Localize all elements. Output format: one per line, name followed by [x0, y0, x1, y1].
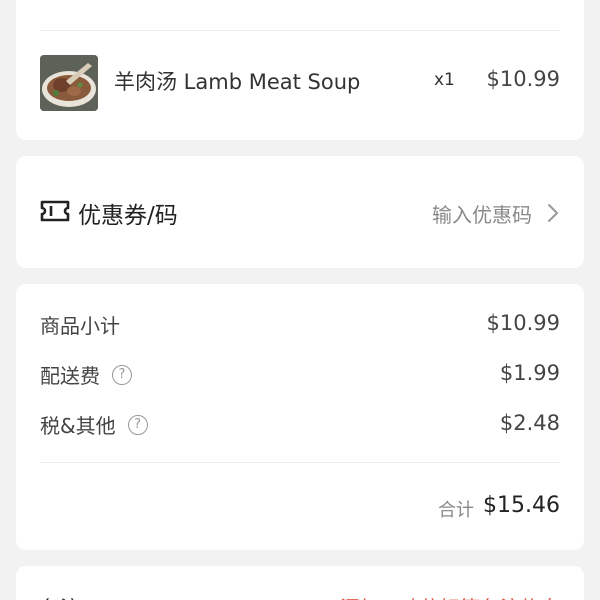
subtotal-label: 商品小计: [40, 310, 120, 339]
chevron-right-icon[interactable]: [544, 202, 562, 224]
order-item-card: 羊肉汤 Lamb Meat Soup x1 $10.99: [16, 0, 584, 140]
coupon-card[interactable]: 优惠券/码 输入优惠码: [16, 156, 584, 268]
question-mark-icon[interactable]: ?: [127, 414, 148, 435]
notes-label: 备注: [40, 592, 80, 600]
price-summary-card: 商品小计 $10.99 配送费 ? $1.99 税&其他 ? $2.48 合计 …: [16, 284, 584, 550]
coupon-label: 优惠券/码: [78, 203, 178, 229]
ticket-icon: [40, 200, 70, 222]
total-value: $15.46: [483, 493, 560, 518]
tax-label-text: 税&其他: [40, 414, 116, 438]
subtotal-label-text: 商品小计: [40, 314, 120, 338]
subtotal-value: $10.99: [486, 311, 560, 335]
food-photo-icon: [40, 55, 98, 111]
total-label: 合计: [438, 500, 474, 521]
delivery-fee-value: $1.99: [499, 361, 560, 385]
tax-label: 税&其他 ?: [40, 410, 148, 439]
notes-input[interactable]: 添加口味偏好等备注信息: [340, 592, 560, 600]
question-mark-icon[interactable]: ?: [112, 364, 132, 385]
delivery-fee-label: 配送费 ?: [40, 360, 132, 389]
item-quantity: x1: [434, 70, 455, 90]
tax-value: $2.48: [499, 411, 560, 435]
item-price: $10.99: [486, 67, 560, 91]
item-name: 羊肉汤 Lamb Meat Soup: [114, 70, 361, 94]
coupon-code-entry[interactable]: 输入优惠码: [432, 199, 532, 228]
notes-card[interactable]: 备注 添加口味偏好等备注信息: [16, 566, 584, 600]
divider: [40, 30, 560, 31]
divider: [40, 462, 560, 463]
lamb-soup-thumbnail[interactable]: [40, 55, 98, 111]
delivery-fee-label-text: 配送费: [40, 364, 100, 388]
